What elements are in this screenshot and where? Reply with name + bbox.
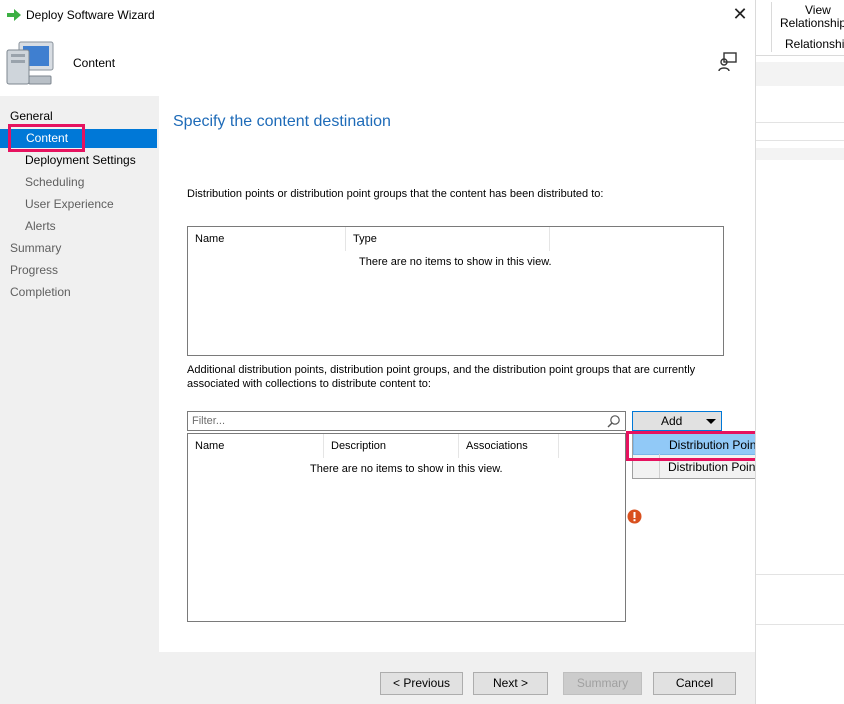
wizard-window: Deploy Software Wizard ✕ Content General <box>0 0 839 704</box>
page-title: Content <box>73 56 116 70</box>
ribbon-relationship-label[interactable]: Relationship <box>780 16 844 30</box>
computer-icon <box>5 40 57 91</box>
column-header-name[interactable]: Name <box>188 434 324 458</box>
nav-item-alerts[interactable]: Alerts <box>0 217 157 236</box>
search-icon[interactable] <box>607 414 621 431</box>
summary-button: Summary <box>563 672 642 695</box>
console-divider <box>756 140 844 141</box>
cancel-button[interactable]: Cancel <box>653 672 736 695</box>
title-bar: Deploy Software Wizard ✕ <box>0 0 755 30</box>
additional-list[interactable]: Name Description Associations There are … <box>187 433 626 622</box>
console-divider <box>756 122 844 123</box>
column-header-associations[interactable]: Associations <box>459 434 559 458</box>
wizard-nav: General Content Deployment Settings Sche… <box>0 96 159 704</box>
nav-item-progress[interactable]: Progress <box>0 261 157 280</box>
distributed-label: Distribution points or distribution poin… <box>187 188 604 200</box>
ribbon-view-label[interactable]: View <box>805 3 831 17</box>
wizard-header: Content <box>0 30 755 96</box>
additional-label: Additional distribution points, distribu… <box>187 363 727 391</box>
column-header-name[interactable]: Name <box>188 227 346 251</box>
nav-item-scheduling[interactable]: Scheduling <box>0 173 157 192</box>
add-button-label: Add <box>661 414 683 428</box>
distributed-list[interactable]: Name Type There are no items to show in … <box>187 226 724 356</box>
column-header-type[interactable]: Type <box>346 227 550 251</box>
warning-icon <box>627 509 642 527</box>
background-console: View Relationship Relationship <box>755 0 844 704</box>
feedback-icon[interactable] <box>718 52 738 75</box>
ribbon-divider <box>771 2 772 52</box>
nav-item-summary[interactable]: Summary <box>0 239 157 258</box>
empty-list-message: There are no items to show in this view. <box>310 463 503 475</box>
filter-input[interactable] <box>188 412 588 430</box>
filter-box <box>187 411 626 431</box>
close-icon[interactable]: ✕ <box>731 5 749 23</box>
next-button[interactable]: Next > <box>473 672 548 695</box>
console-divider <box>756 574 844 575</box>
green-arrow-icon <box>6 8 22 25</box>
nav-item-completion[interactable]: Completion <box>0 283 157 302</box>
ribbon: View Relationship Relationship <box>756 0 844 56</box>
console-strip <box>756 148 844 160</box>
console-strip <box>756 62 844 86</box>
previous-button[interactable]: < Previous <box>380 672 463 695</box>
empty-list-message: There are no items to show in this view. <box>359 256 552 268</box>
window-title: Deploy Software Wizard <box>26 8 155 22</box>
column-header-description[interactable]: Description <box>324 434 459 458</box>
dropdown-caret-icon <box>706 419 716 424</box>
content-heading: Specify the content destination <box>173 113 391 130</box>
console-divider <box>756 624 844 625</box>
content-highlight-box <box>8 124 85 152</box>
additional-label-line2: associated with collections to distribut… <box>187 378 431 390</box>
additional-label-line1: Additional distribution points, distribu… <box>187 364 696 376</box>
ribbon-relationship-label-2[interactable]: Relationship <box>785 37 844 51</box>
nav-item-deployment-settings[interactable]: Deployment Settings <box>0 151 157 170</box>
add-button[interactable]: Add <box>632 411 722 431</box>
nav-item-user-experience[interactable]: User Experience <box>0 195 157 214</box>
